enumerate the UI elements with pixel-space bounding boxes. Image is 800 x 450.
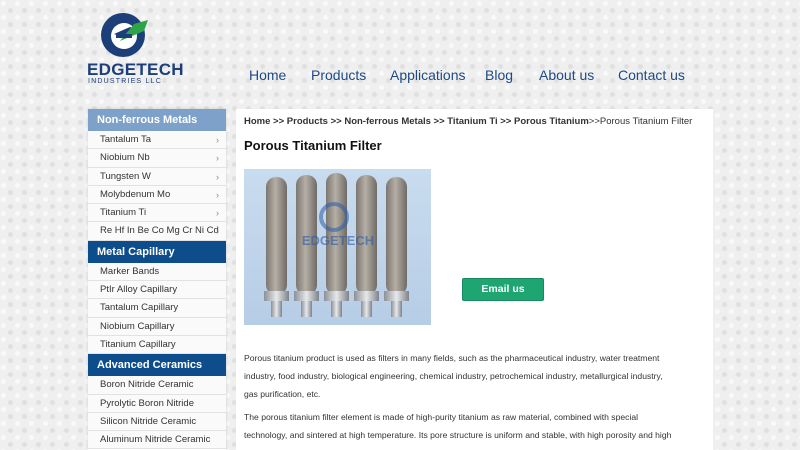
sidebar-item-pyrolytic-boron-nitride[interactable]: Pyrolytic Boron Nitride: [88, 394, 226, 413]
breadcrumb: Home >> Products >> Non-ferrous Metals >…: [244, 116, 693, 127]
sidebar-heading-non-ferrous-metals[interactable]: Non-ferrous Metals: [88, 109, 226, 131]
sidebar-item-niobium-capillary[interactable]: Niobium Capillary: [88, 317, 226, 336]
sidebar-item-other-metals[interactable]: Re Hf In Be Co Mg Cr Ni Cd ›: [88, 222, 226, 241]
chevron-right-icon: ›: [216, 226, 219, 237]
sidebar-item-tantalum-capillary[interactable]: Tantalum Capillary: [88, 299, 226, 318]
breadcrumb-porous-titanium[interactable]: Porous Titanium: [514, 116, 589, 127]
paragraph-line: industry, food industry, biological engi…: [244, 371, 663, 381]
chevron-right-icon: ›: [216, 135, 219, 145]
sidebar-item-silicon-nitride[interactable]: Silicon Nitride Ceramic: [88, 412, 226, 432]
photo-watermark: EDGETECH: [302, 233, 374, 248]
product-content: Home >> Products >> Non-ferrous Metals >…: [236, 109, 713, 450]
sidebar-item-label: Niobium Nb: [100, 152, 150, 164]
description-paragraph-2: The porous titanium filter element is ma…: [244, 408, 699, 444]
sidebar-item-tantalum[interactable]: Tantalum Ta ›: [88, 131, 226, 150]
breadcrumb-products[interactable]: Products: [287, 116, 328, 127]
nav-home[interactable]: Home: [249, 66, 286, 84]
breadcrumb-titanium[interactable]: Titanium Ti: [447, 116, 497, 127]
sidebar-item-boron-nitride[interactable]: Boron Nitride Ceramic: [88, 376, 226, 395]
description-paragraph-1: Porous titanium product is used as filte…: [244, 349, 699, 403]
paragraph-line: gas purification, etc.: [244, 389, 321, 399]
sidebar-item-tungsten[interactable]: Tungsten W ›: [88, 167, 226, 186]
nav-about-us[interactable]: About us: [539, 66, 594, 84]
sidebar-item-label: Tungsten W: [100, 170, 151, 182]
sidebar-heading-advanced-ceramics[interactable]: Advanced Ceramics: [88, 354, 226, 377]
sidebar-heading-metal-capillary[interactable]: Metal Capillary: [88, 240, 226, 263]
sidebar-item-niobium[interactable]: Niobium Nb ›: [88, 149, 226, 168]
logo-subtitle: INDUSTRIES LLC: [88, 78, 162, 85]
sidebar-item-label: Re Hf In Be Co Mg Cr Ni Cd: [100, 225, 219, 237]
sidebar-item-label: Molybdenum Mo: [100, 188, 171, 200]
sidebar-item-aluminum-nitride[interactable]: Aluminum Nitride Ceramic: [88, 431, 226, 450]
page-title: Porous Titanium Filter: [244, 138, 382, 153]
company-logo[interactable]: EDGETECH INDUSTRIES LLC: [87, 10, 184, 86]
sidebar-item-label: Tantalum Ta: [100, 134, 152, 145]
sidebar-item-titanium[interactable]: Titanium Ti ›: [88, 204, 226, 223]
chevron-right-icon: ›: [216, 208, 219, 219]
logo-wordmark: EDGETECH: [87, 60, 184, 79]
nav-applications[interactable]: Applications: [390, 66, 466, 84]
email-us-button[interactable]: Email us: [462, 278, 544, 301]
product-category-sidebar: Non-ferrous Metals Tantalum Ta › Niobium …: [88, 109, 226, 450]
nav-products[interactable]: Products: [311, 66, 366, 84]
paragraph-line: technology, and sintered at high tempera…: [244, 430, 672, 440]
breadcrumb-current: Porous Titanium Filter: [599, 116, 693, 127]
sidebar-item-molybdenum[interactable]: Molybdenum Mo ›: [88, 185, 226, 205]
filter-tubes-illustration: EDGETECH: [264, 173, 409, 317]
chevron-right-icon: ›: [216, 171, 219, 182]
paragraph-line: Porous titanium product is used as filte…: [244, 353, 660, 363]
nav-contact-us[interactable]: Contact us: [618, 66, 685, 84]
sidebar-item-ptir-capillary[interactable]: PtIr Alloy Capillary: [88, 281, 226, 300]
breadcrumb-home[interactable]: Home: [244, 116, 270, 127]
sidebar-item-marker-bands[interactable]: Marker Bands: [88, 262, 226, 282]
chevron-right-icon: ›: [216, 153, 219, 164]
sidebar-item-label: Titanium Ti: [100, 207, 147, 219]
breadcrumb-non-ferrous-metals[interactable]: Non-ferrous Metals: [344, 116, 431, 127]
product-photo: EDGETECH: [244, 169, 431, 325]
logo-mark-icon: [101, 13, 148, 57]
sidebar-item-titanium-capillary[interactable]: Titanium Capillary: [88, 335, 226, 355]
nav-blog[interactable]: Blog: [485, 66, 513, 84]
chevron-right-icon: ›: [216, 189, 219, 200]
paragraph-line: The porous titanium filter element is ma…: [244, 412, 639, 422]
